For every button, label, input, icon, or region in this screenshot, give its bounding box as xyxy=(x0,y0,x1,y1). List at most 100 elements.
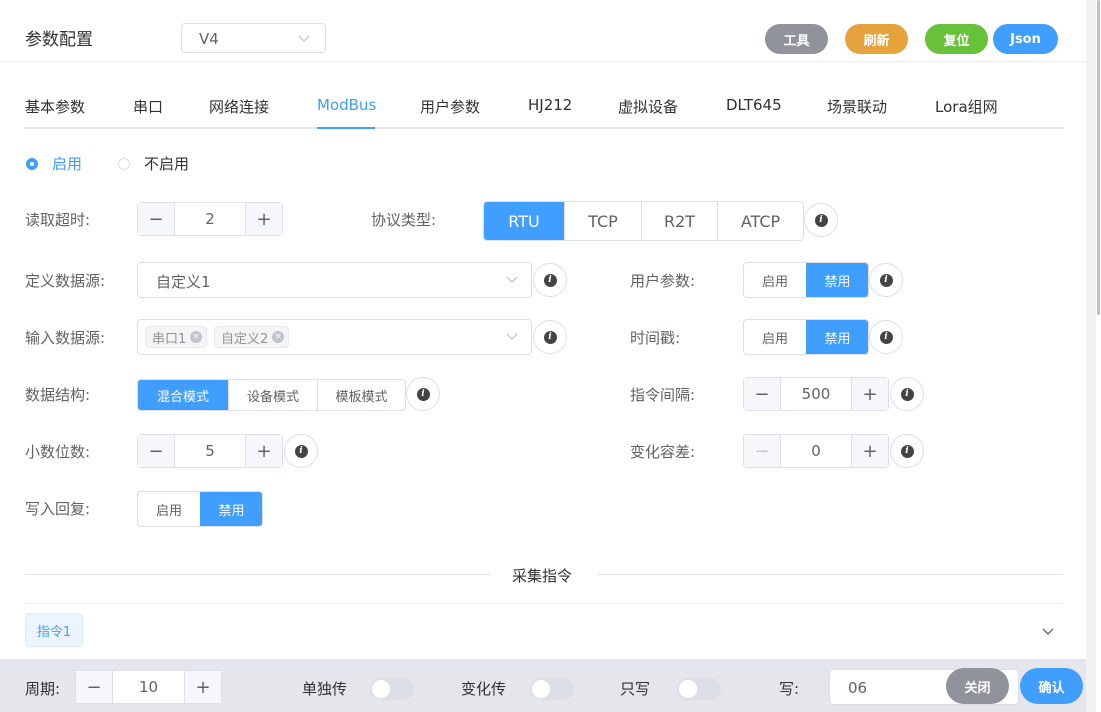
tag-serial1: 串口1 × xyxy=(145,326,208,348)
tab-basic[interactable]: 基本参数 xyxy=(25,96,85,117)
info-icon[interactable]: i xyxy=(890,434,924,468)
protocol-tcp[interactable]: TCP xyxy=(564,202,641,240)
minus-icon[interactable]: − xyxy=(138,203,175,235)
plus-icon[interactable]: + xyxy=(184,671,221,703)
plus-icon[interactable]: + xyxy=(851,378,888,410)
tag-label: 串口1 xyxy=(152,331,187,347)
minus-icon[interactable]: − xyxy=(744,435,781,467)
define-source-label: 定义数据源: xyxy=(25,272,106,290)
radio-enable[interactable]: 启用 xyxy=(26,153,82,174)
info-icon[interactable]: i xyxy=(869,263,903,297)
decimals-label: 小数位数: xyxy=(25,443,91,461)
collapse-top-border xyxy=(25,603,1063,604)
protocol-group: RTU TCP R2T ATCP xyxy=(483,201,804,241)
collect-divider-title: 采集指令 xyxy=(512,567,573,585)
version-value: V4 xyxy=(199,30,219,48)
divider-line xyxy=(25,574,490,575)
info-icon[interactable]: i xyxy=(533,263,567,297)
write-reply-toggle: 启用 禁用 xyxy=(137,491,263,527)
period-value[interactable]: 10 xyxy=(113,671,184,703)
tab-modbus[interactable]: ModBus xyxy=(317,96,376,114)
radio-dot xyxy=(26,157,38,170)
input-source-select[interactable]: 串口1 × 自定义2 × xyxy=(137,319,532,355)
protocol-atcp[interactable]: ATCP xyxy=(717,202,803,240)
command-badge[interactable]: 指令1 xyxy=(25,613,83,647)
mode-device[interactable]: 设备模式 xyxy=(228,380,317,410)
mode-mixed[interactable]: 混合模式 xyxy=(138,380,228,410)
reset-button[interactable]: 复位 xyxy=(925,24,988,54)
radio-disable[interactable]: 不启用 xyxy=(118,153,189,174)
decimals-stepper: − 5 + xyxy=(137,434,283,468)
timestamp-label: 时间戳: xyxy=(630,329,681,347)
info-icon[interactable]: i xyxy=(533,320,567,354)
tag-close-icon[interactable]: × xyxy=(272,331,285,343)
write-reply-disable[interactable]: 禁用 xyxy=(200,492,262,526)
minus-icon[interactable]: − xyxy=(76,671,113,703)
read-timeout-stepper: − 2 + xyxy=(137,202,283,236)
radio-disable-label: 不启用 xyxy=(144,155,190,173)
timestamp-enable[interactable]: 启用 xyxy=(744,320,806,354)
scrollbar[interactable] xyxy=(1096,0,1101,712)
period-label: 周期: xyxy=(25,680,61,698)
chevron-down-icon xyxy=(297,31,311,49)
protocol-rtu[interactable]: RTU xyxy=(484,202,564,240)
change-send-switch[interactable] xyxy=(530,678,574,700)
scrollbar-thumb[interactable] xyxy=(1097,0,1100,315)
timestamp-disable[interactable]: 禁用 xyxy=(806,320,868,354)
user-params-disable[interactable]: 禁用 xyxy=(806,263,868,297)
change-tolerance-stepper: − 0 + xyxy=(743,434,889,468)
cmd-interval-value[interactable]: 500 xyxy=(781,378,851,410)
cmd-interval-label: 指令间隔: xyxy=(630,386,696,404)
change-tolerance-label: 变化容差: xyxy=(630,443,696,461)
refresh-button[interactable]: 刷新 xyxy=(845,24,908,54)
tools-button[interactable]: 工具 xyxy=(765,24,828,54)
tab-scene-linkage[interactable]: 场景联动 xyxy=(827,96,887,117)
tab-virtual-device[interactable]: 虚拟设备 xyxy=(618,96,678,117)
user-params-label: 用户参数: xyxy=(630,272,696,290)
json-button[interactable]: Json xyxy=(993,24,1058,54)
change-tolerance-value[interactable]: 0 xyxy=(781,435,851,467)
read-timeout-value[interactable]: 2 xyxy=(175,203,245,235)
write-label: 写: xyxy=(779,680,800,698)
minus-icon[interactable]: − xyxy=(744,378,781,410)
period-stepper: − 10 + xyxy=(75,670,222,704)
info-icon[interactable]: i xyxy=(804,203,838,237)
tab-user-params[interactable]: 用户参数 xyxy=(420,96,480,117)
single-send-switch[interactable] xyxy=(370,678,414,700)
tab-hj212[interactable]: HJ212 xyxy=(528,96,572,114)
confirm-button[interactable]: 确认 xyxy=(1020,668,1083,704)
plus-icon[interactable]: + xyxy=(245,203,282,235)
data-structure-group: 混合模式 设备模式 模板模式 xyxy=(137,379,406,411)
user-params-enable[interactable]: 启用 xyxy=(744,263,806,297)
cmd-interval-stepper: − 500 + xyxy=(743,377,889,411)
tab-dlt645[interactable]: DLT645 xyxy=(726,96,782,114)
input-source-label: 输入数据源: xyxy=(25,329,106,347)
tab-lora[interactable]: Lora组网 xyxy=(935,96,998,117)
write-reply-label: 写入回复: xyxy=(25,500,91,518)
active-tab-indicator xyxy=(317,127,375,129)
tabs-baseline xyxy=(25,127,1063,129)
decimals-value[interactable]: 5 xyxy=(175,435,245,467)
tab-network[interactable]: 网络连接 xyxy=(209,96,269,117)
tag-close-icon[interactable]: × xyxy=(190,331,203,343)
minus-icon[interactable]: − xyxy=(138,435,175,467)
plus-icon[interactable]: + xyxy=(245,435,282,467)
write-reply-enable[interactable]: 启用 xyxy=(138,492,200,526)
plus-icon[interactable]: + xyxy=(851,435,888,467)
info-icon[interactable]: i xyxy=(869,320,903,354)
mode-template[interactable]: 模板模式 xyxy=(317,380,405,410)
single-send-label: 单独传 xyxy=(302,680,348,698)
write-only-switch[interactable] xyxy=(677,678,721,700)
info-icon[interactable]: i xyxy=(890,377,924,411)
tab-serial[interactable]: 串口 xyxy=(133,96,163,117)
define-source-select[interactable]: 自定义1 xyxy=(137,262,532,298)
close-button[interactable]: 关闭 xyxy=(946,668,1009,704)
define-source-value: 自定义1 xyxy=(156,273,211,291)
info-icon[interactable]: i xyxy=(406,377,440,411)
version-select[interactable]: V4 xyxy=(181,23,326,53)
chevron-down-icon[interactable] xyxy=(1041,624,1055,642)
page-title: 参数配置 xyxy=(25,30,93,50)
protocol-r2t[interactable]: R2T xyxy=(641,202,717,240)
protocol-label: 协议类型: xyxy=(371,211,437,229)
info-icon[interactable]: i xyxy=(284,434,318,468)
